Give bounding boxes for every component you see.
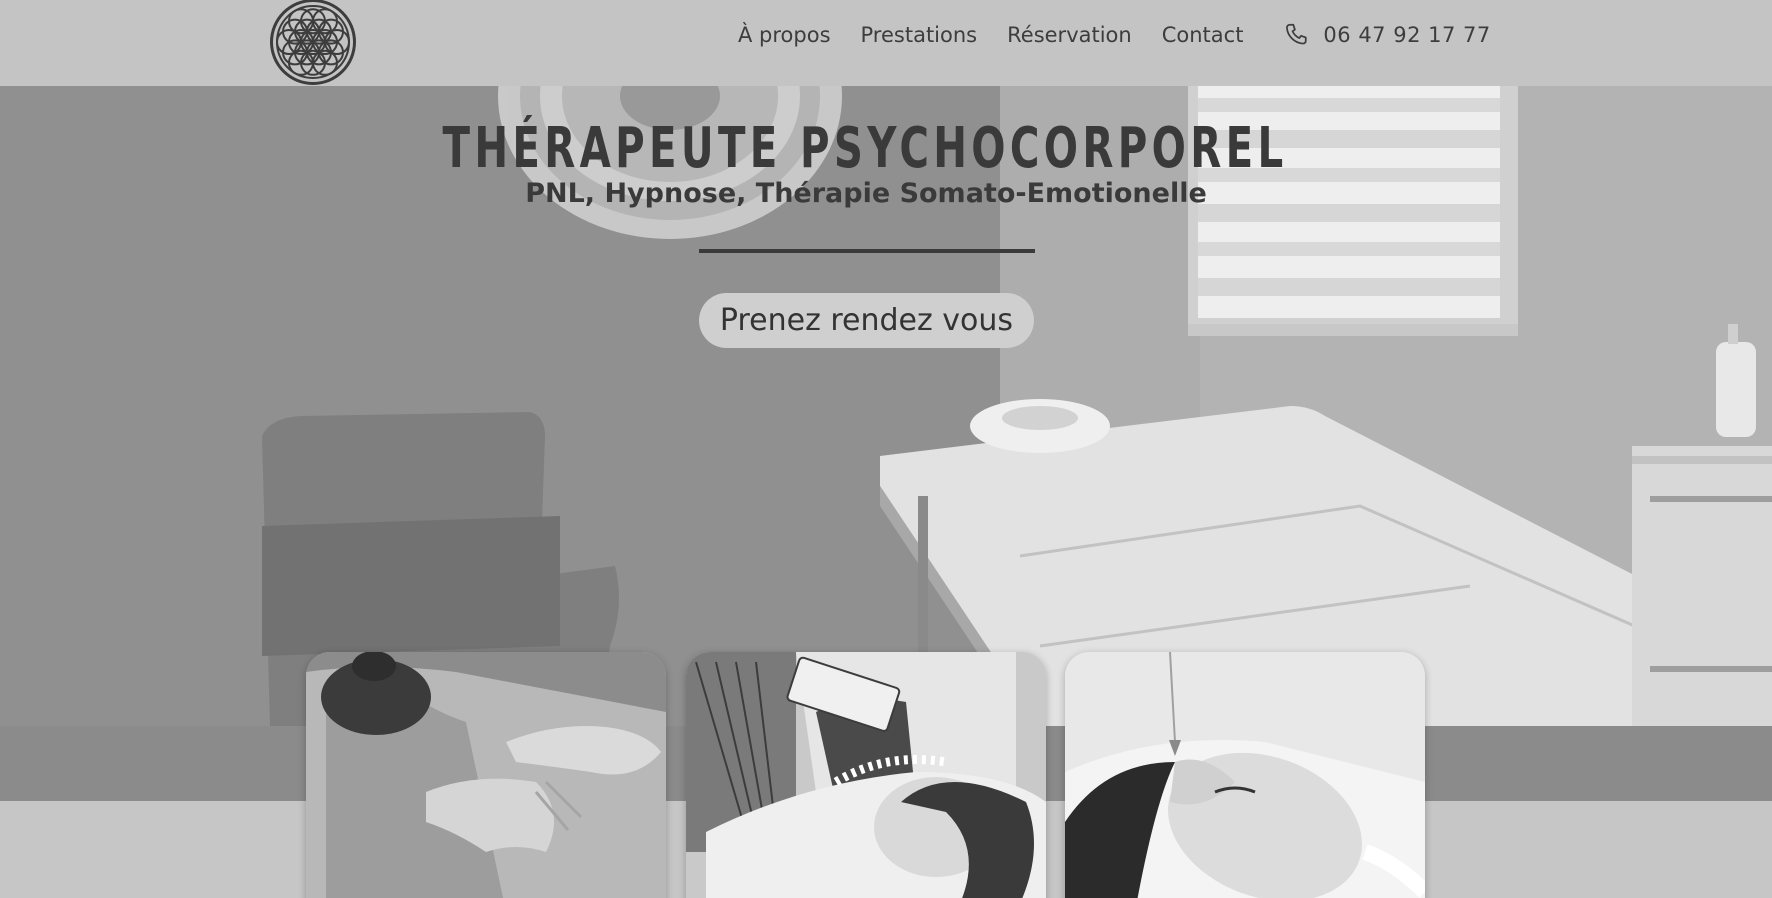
pendulum-therapy-photo xyxy=(1065,652,1425,898)
nav-link-contact[interactable]: Contact xyxy=(1162,23,1244,47)
hero-divider xyxy=(699,249,1035,253)
hero-title: THÉRAPEUTE PSYCHOCORPOREL xyxy=(442,116,1288,181)
service-card-massage[interactable] xyxy=(306,652,666,898)
nav-link-a-propos[interactable]: À propos xyxy=(738,23,831,47)
nav-link-prestations[interactable]: Prestations xyxy=(861,23,978,47)
hero-subtitle: PNL, Hypnose, Thérapie Somato-Emotionell… xyxy=(525,178,1207,209)
main-nav: À propos Prestations Réservation Contact… xyxy=(738,20,1491,50)
site-header: À propos Prestations Réservation Contact… xyxy=(0,0,1772,86)
service-card-hypnosis[interactable] xyxy=(686,652,1046,898)
massage-photo xyxy=(306,652,666,898)
phone-icon[interactable] xyxy=(1283,22,1309,48)
flower-of-life-logo-icon[interactable] xyxy=(268,0,358,86)
service-card-pendulum[interactable] xyxy=(1065,652,1425,898)
nav-link-reservation[interactable]: Réservation xyxy=(1007,23,1132,47)
hypnosis-session-photo xyxy=(686,652,1046,898)
phone-number[interactable]: 06 47 92 17 77 xyxy=(1323,23,1490,47)
book-appointment-button[interactable]: Prenez rendez vous xyxy=(699,293,1034,348)
